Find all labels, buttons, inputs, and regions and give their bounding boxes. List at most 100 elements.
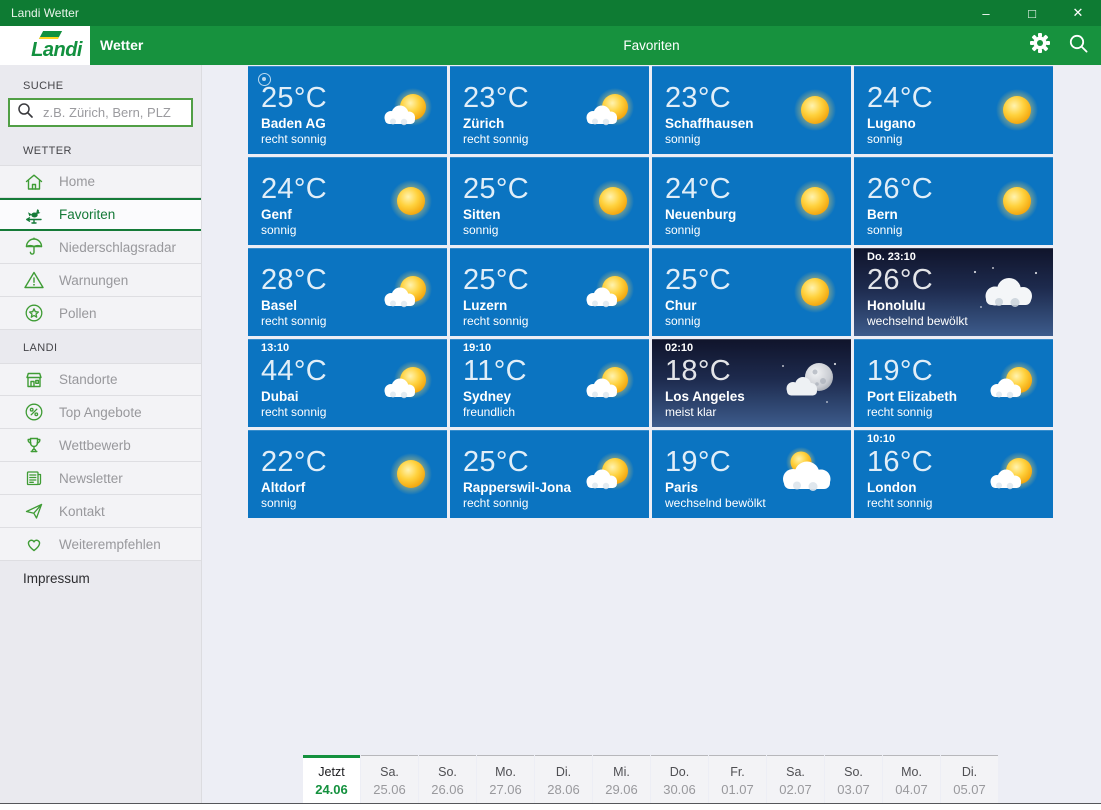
tile-text: 25°C Chur sonnig xyxy=(665,265,731,330)
tab-day-label: Sa. xyxy=(380,764,399,779)
sidebar-item-standorte[interactable]: Standorte xyxy=(0,363,201,396)
weather-tile-basel[interactable]: 28°C Basel recht sonnig xyxy=(248,248,447,336)
tile-text: 24°C Neuenburg sonnig xyxy=(665,174,736,239)
day-tab-mi-29-06[interactable]: Mi. 29.06 xyxy=(593,755,650,803)
landi-logo[interactable]: Landi xyxy=(0,26,90,65)
tile-temperature: 19°C xyxy=(867,355,933,388)
search-icon[interactable] xyxy=(1068,33,1089,59)
tile-temperature: 25°C xyxy=(463,446,529,479)
sidebar-item-label: Niederschlagsradar xyxy=(59,239,177,255)
sidebar-sections: WETTER Home Favoriten Niederschlagsradar War… xyxy=(0,145,201,561)
sidebar-item-niederschlagsradar[interactable]: Niederschlagsradar xyxy=(0,231,201,264)
sidebar-item-weiterempfehlen[interactable]: Weiterempfehlen xyxy=(0,528,201,561)
weather-tile-sydney[interactable]: 19:10 11°C Sydney freundlich xyxy=(450,339,649,427)
tile-temperature: 19°C xyxy=(665,446,731,479)
tile-text: 23°C Schaffhausen sonnig xyxy=(665,83,754,148)
tab-date-label: 27.06 xyxy=(489,781,522,797)
partly-sunny-icon xyxy=(979,430,1043,518)
weather-tile-baden-ag[interactable]: 25°C Baden AG recht sonnig xyxy=(248,66,447,154)
weather-tile-schaffhausen[interactable]: 23°C Schaffhausen sonnig xyxy=(652,66,851,154)
tab-day-label: Mo. xyxy=(901,764,922,779)
weather-tile-z-rich[interactable]: 23°C Zürich recht sonnig xyxy=(450,66,649,154)
day-tab-so-26-06[interactable]: So. 26.06 xyxy=(419,755,476,803)
weather-tile-luzern[interactable]: 25°C Luzern recht sonnig xyxy=(450,248,649,336)
minimize-button[interactable]: – xyxy=(963,0,1009,26)
tile-text: 24°C Genf sonnig xyxy=(261,174,327,239)
day-tab-mo-04-07[interactable]: Mo. 04.07 xyxy=(883,755,940,803)
tile-city: Port Elizabeth xyxy=(867,388,958,404)
tab-day-label: Di. xyxy=(555,764,572,779)
tile-text: 25°C Luzern recht sonnig xyxy=(463,265,529,330)
partly-sunny-icon xyxy=(575,66,639,154)
settings-gear-icon[interactable] xyxy=(1028,31,1052,60)
day-tab-sa-25-06[interactable]: Sa. 25.06 xyxy=(361,755,418,803)
day-tab-jetzt-24-06[interactable]: Jetzt 24.06 xyxy=(303,755,360,803)
sunny-icon xyxy=(789,248,841,336)
weather-tile-chur[interactable]: 25°C Chur sonnig xyxy=(652,248,851,336)
day-tab-so-03-07[interactable]: So. 03.07 xyxy=(825,755,882,803)
sidebar-item-newsletter[interactable]: Newsletter xyxy=(0,462,201,495)
day-tab-mo-27-06[interactable]: Mo. 27.06 xyxy=(477,755,534,803)
tile-city: Schaffhausen xyxy=(665,115,754,131)
tile-text: 25°C Rapperswil-Jona recht sonnig xyxy=(463,447,571,512)
day-tab-do-30-06[interactable]: Do. 30.06 xyxy=(651,755,708,803)
tile-temperature: 28°C xyxy=(261,264,327,297)
close-button[interactable]: ✕ xyxy=(1055,0,1101,26)
weather-tile-dubai[interactable]: 13:10 44°C Dubai recht sonnig xyxy=(248,339,447,427)
tile-temperature: 22°C xyxy=(261,446,327,479)
search-box[interactable] xyxy=(8,98,201,127)
day-tab-fr-01-07[interactable]: Fr. 01.07 xyxy=(709,755,766,803)
tile-temperature: 18°C xyxy=(665,355,731,388)
maximize-button[interactable]: □ xyxy=(1009,0,1055,26)
sidebar-item-label: Newsletter xyxy=(59,470,123,486)
sidebar-item-top-angebote[interactable]: Top Angebote xyxy=(0,396,201,429)
day-tab-sa-02-07[interactable]: Sa. 02.07 xyxy=(767,755,824,803)
store-icon xyxy=(22,369,46,391)
weather-tile-sitten[interactable]: 25°C Sitten sonnig xyxy=(450,157,649,245)
weather-tile-paris[interactable]: 19°C Paris wechselnd bewölkt xyxy=(652,430,851,518)
mostly-cloudy-icon xyxy=(771,430,841,518)
day-tab-di-28-06[interactable]: Di. 28.06 xyxy=(535,755,592,803)
weather-tile-altdorf[interactable]: 22°C Altdorf sonnig xyxy=(248,430,447,518)
weather-tile-bern[interactable]: 26°C Bern sonnig xyxy=(854,157,1053,245)
weather-tile-los-angeles[interactable]: 02:10 18°C Los Angeles meist klar xyxy=(652,339,851,427)
titlebar: Landi Wetter – □ ✕ xyxy=(0,0,1101,26)
tab-date-label: 24.06 xyxy=(315,781,348,797)
tile-temperature: 26°C xyxy=(867,173,933,206)
partly-sunny-icon xyxy=(575,248,639,336)
tile-city: Paris xyxy=(665,479,699,495)
tab-day-label: Di. xyxy=(961,764,978,779)
search-section-label: SUCHE xyxy=(23,80,64,92)
sidebar-item-label: Home xyxy=(59,174,96,189)
tab-date-label: 25.06 xyxy=(373,781,406,797)
weather-tile-rapperswil-jona[interactable]: 25°C Rapperswil-Jona recht sonnig xyxy=(450,430,649,518)
weather-tile-london[interactable]: 10:10 16°C London recht sonnig xyxy=(854,430,1053,518)
day-tab-di-05-07[interactable]: Di. 05.07 xyxy=(941,755,998,803)
sidebar-item-kontakt[interactable]: Kontakt xyxy=(0,495,201,528)
tile-city: Zürich xyxy=(463,115,505,131)
sidebar-item-warnungen[interactable]: Warnungen xyxy=(0,264,201,297)
sidebar-item-home[interactable]: Home xyxy=(0,165,201,198)
tile-temperature: 25°C xyxy=(665,264,731,297)
tile-condition: recht sonnig xyxy=(867,496,933,511)
partly-sunny-icon xyxy=(575,339,639,427)
weather-tile-port-elizabeth[interactable]: 19°C Port Elizabeth recht sonnig xyxy=(854,339,1053,427)
tile-temperature: 24°C xyxy=(261,173,327,206)
tab-date-label: 26.06 xyxy=(431,781,464,797)
weather-tile-lugano[interactable]: 24°C Lugano sonnig xyxy=(854,66,1053,154)
sunny-icon xyxy=(789,66,841,154)
sunny-icon xyxy=(385,157,437,245)
search-input[interactable] xyxy=(41,104,201,121)
sidebar-item-impressum[interactable]: Impressum xyxy=(0,561,201,586)
sidebar-item-favoriten[interactable]: Favoriten xyxy=(0,198,201,231)
tile-condition: sonnig xyxy=(261,223,297,238)
weather-tile-genf[interactable]: 24°C Genf sonnig xyxy=(248,157,447,245)
sidebar-item-wettbewerb[interactable]: Wettbewerb xyxy=(0,429,201,462)
tile-condition: recht sonnig xyxy=(261,314,327,329)
sunny-icon xyxy=(789,157,841,245)
weather-tile-neuenburg[interactable]: 24°C Neuenburg sonnig xyxy=(652,157,851,245)
weather-tile-honolulu[interactable]: Do. 23:10 26°C Honolulu wechselnd bewölkt xyxy=(854,248,1053,336)
tile-local-time: 13:10 xyxy=(261,342,290,355)
tile-city: Sydney xyxy=(463,388,512,404)
sidebar-item-pollen[interactable]: Pollen xyxy=(0,297,201,330)
